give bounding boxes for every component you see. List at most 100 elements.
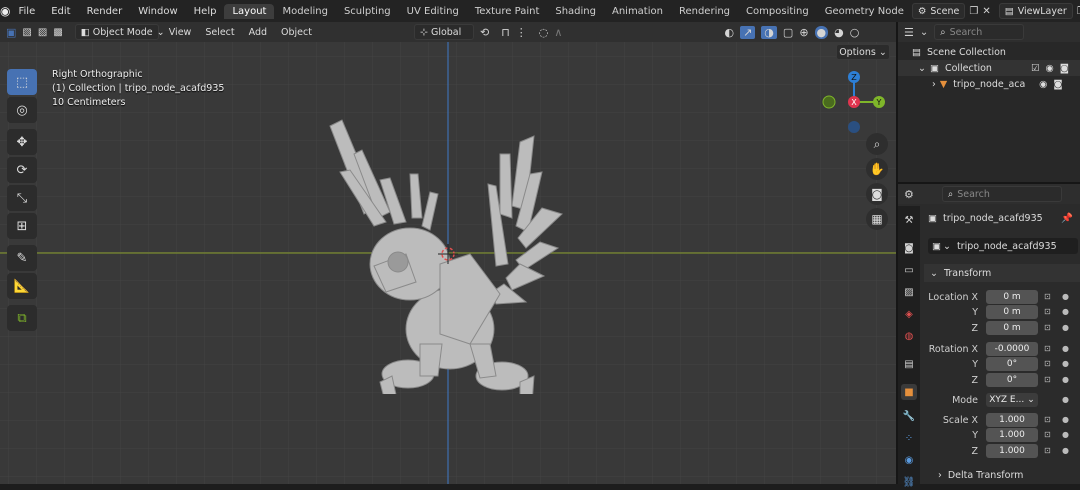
tab-scene[interactable]: ◈	[901, 306, 917, 322]
select-box-icon[interactable]: ▣	[6, 26, 16, 39]
overlay-toggle-icon[interactable]: ◑	[761, 25, 777, 39]
shading-rendered-icon[interactable]: ○	[850, 26, 860, 39]
rotation-x-field[interactable]: -0.0000	[986, 342, 1038, 356]
location-y-field[interactable]: 0 m	[986, 305, 1038, 319]
lock-icon[interactable]: ⊡	[1044, 292, 1051, 301]
menu-edit[interactable]: Edit	[43, 6, 78, 17]
falloff-icon[interactable]: ∧	[554, 26, 562, 39]
tab-modifiers[interactable]: 🔧	[901, 408, 917, 424]
tab-constraints[interactable]: ⛓	[901, 474, 917, 490]
transform-panel-header[interactable]: ⌄ Transform	[924, 264, 1080, 282]
keyframe-dot-icon[interactable]: ●	[1062, 323, 1069, 332]
menu-add[interactable]: Add	[245, 27, 271, 38]
datablock-name-field[interactable]: ▣ ⌄ tripo_node_acafd935	[928, 238, 1078, 254]
menu-file[interactable]: File	[10, 6, 43, 17]
neg-z-axis-handle[interactable]	[848, 121, 860, 133]
keyframe-dot-icon[interactable]: ●	[1062, 430, 1069, 439]
lock-icon[interactable]: ⊡	[1044, 344, 1051, 353]
scene-selector[interactable]: ⚙ Scene	[911, 3, 966, 19]
add-cube-tool-button[interactable]: ⧉	[7, 305, 37, 331]
3d-viewport[interactable]: ▣ ▧ ▨ ▩ ◧ Object Mode ⌄ View Select Add …	[0, 22, 896, 484]
options-button[interactable]: Options ⌄	[836, 44, 890, 60]
3d-cursor[interactable]	[438, 244, 458, 264]
tab-shading[interactable]: Shading	[547, 4, 604, 19]
select-subtract-icon[interactable]: ▨	[38, 27, 47, 38]
scale-x-field[interactable]: 1.000	[986, 413, 1038, 427]
pan-button[interactable]: ✋	[866, 158, 888, 180]
outliner-object[interactable]: › ▼ tripo_node_aca ◉ ◙	[898, 76, 1080, 92]
lock-icon[interactable]: ⊡	[1044, 307, 1051, 316]
lock-icon[interactable]: ⊡	[1044, 430, 1051, 439]
snap-target-icon[interactable]: ⋮	[516, 26, 527, 39]
select-tool-button[interactable]: ⬚	[7, 69, 37, 95]
annotate-tool-button[interactable]: ✎	[7, 245, 37, 271]
outliner-search[interactable]: ⌕ Search	[934, 24, 1025, 40]
tab-animation[interactable]: Animation	[604, 4, 671, 19]
expand-chevron-icon[interactable]: ›	[932, 79, 936, 90]
navigation-gizmo[interactable]: Z Y X	[818, 66, 890, 138]
eye-icon[interactable]: ◉	[1045, 63, 1053, 74]
menu-select[interactable]: Select	[201, 27, 238, 38]
tab-modeling[interactable]: Modeling	[274, 4, 336, 19]
menu-view[interactable]: View	[165, 27, 196, 38]
keyframe-dot-icon[interactable]: ●	[1062, 307, 1069, 316]
remove-scene-icon[interactable]: ✕	[982, 6, 990, 17]
keyframe-dot-icon[interactable]: ●	[1062, 446, 1069, 455]
blender-logo-icon[interactable]: ◉	[0, 4, 10, 18]
location-x-field[interactable]: 0 m	[986, 290, 1038, 304]
tab-uv-editing[interactable]: UV Editing	[399, 4, 467, 19]
pin-icon[interactable]: 📌	[1061, 213, 1073, 224]
keyframe-dot-icon[interactable]: ●	[1062, 375, 1069, 384]
scale-y-field[interactable]: 1.000	[986, 428, 1038, 442]
delta-transform-header[interactable]: › Delta Transform	[938, 468, 1078, 482]
visibility-icon[interactable]: ◐	[724, 26, 734, 39]
rotate-tool-button[interactable]: ⟳	[7, 157, 37, 183]
tab-geometry-nodes[interactable]: Geometry Node	[817, 4, 906, 19]
xray-icon[interactable]: ▢	[783, 26, 793, 39]
keyframe-dot-icon[interactable]: ●	[1062, 292, 1069, 301]
outliner-scene-collection[interactable]: ▤ Scene Collection	[898, 44, 1080, 60]
menu-window[interactable]: Window	[130, 6, 185, 17]
lock-icon[interactable]: ⊡	[1044, 446, 1051, 455]
camera-render-icon[interactable]: ◙	[1060, 63, 1069, 74]
expand-chevron-icon[interactable]: ⌄	[918, 63, 926, 74]
shading-solid-icon[interactable]: ●	[814, 25, 829, 39]
mode-selector[interactable]: ◧ Object Mode ⌄	[74, 24, 165, 40]
orientation-selector[interactable]: ⊹ Global	[413, 24, 474, 40]
rotation-y-field[interactable]: 0°	[986, 357, 1038, 371]
outliner-editor-icon[interactable]: ☰	[904, 26, 914, 39]
shading-wireframe-icon[interactable]: ⊕	[799, 26, 808, 39]
keyframe-dot-icon[interactable]: ●	[1062, 415, 1069, 424]
properties-editor-icon[interactable]: ⚙	[904, 188, 914, 201]
lock-icon[interactable]: ⊡	[1044, 415, 1051, 424]
select-invert-icon[interactable]: ▩	[53, 27, 62, 38]
tab-output[interactable]: ▭	[901, 262, 917, 278]
checkbox-icon[interactable]: ☑	[1031, 63, 1040, 74]
tab-object[interactable]: ■	[901, 384, 917, 400]
tab-texture-paint[interactable]: Texture Paint	[467, 4, 548, 19]
outliner-collection[interactable]: ⌄ ▣ Collection ☑ ◉ ◙	[898, 60, 1080, 76]
transform-tool-button[interactable]: ⊞	[7, 213, 37, 239]
eye-icon[interactable]: ◉	[1039, 79, 1047, 90]
ortho-toggle-button[interactable]: ▦	[866, 208, 888, 230]
rotation-mode-dropdown[interactable]: XYZ E... ⌄	[986, 393, 1038, 407]
scale-z-field[interactable]: 1.000	[986, 444, 1038, 458]
gizmo-toggle-icon[interactable]: ↗	[740, 25, 756, 39]
camera-render-icon[interactable]: ◙	[1053, 79, 1062, 90]
menu-help[interactable]: Help	[186, 6, 225, 17]
cursor-tool-button[interactable]: ◎	[7, 97, 37, 123]
tab-rendering[interactable]: Rendering	[671, 4, 738, 19]
tab-world[interactable]: ◍	[901, 328, 917, 344]
neg-y-axis-handle[interactable]	[822, 95, 836, 109]
shading-material-icon[interactable]: ◕	[834, 26, 844, 39]
tab-view-layer[interactable]: ▨	[901, 284, 917, 300]
location-z-field[interactable]: 0 m	[986, 321, 1038, 335]
tab-collection[interactable]: ▤	[901, 356, 917, 372]
keyframe-dot-icon[interactable]: ●	[1062, 359, 1069, 368]
lock-icon[interactable]: ⊡	[1044, 323, 1051, 332]
camera-view-button[interactable]: ◙	[866, 183, 888, 205]
keyframe-dot-icon[interactable]: ●	[1062, 395, 1069, 404]
move-tool-button[interactable]: ✥	[7, 129, 37, 155]
view-layer-selector[interactable]: ▤ ViewLayer	[998, 3, 1073, 19]
lock-icon[interactable]: ⊡	[1044, 375, 1051, 384]
